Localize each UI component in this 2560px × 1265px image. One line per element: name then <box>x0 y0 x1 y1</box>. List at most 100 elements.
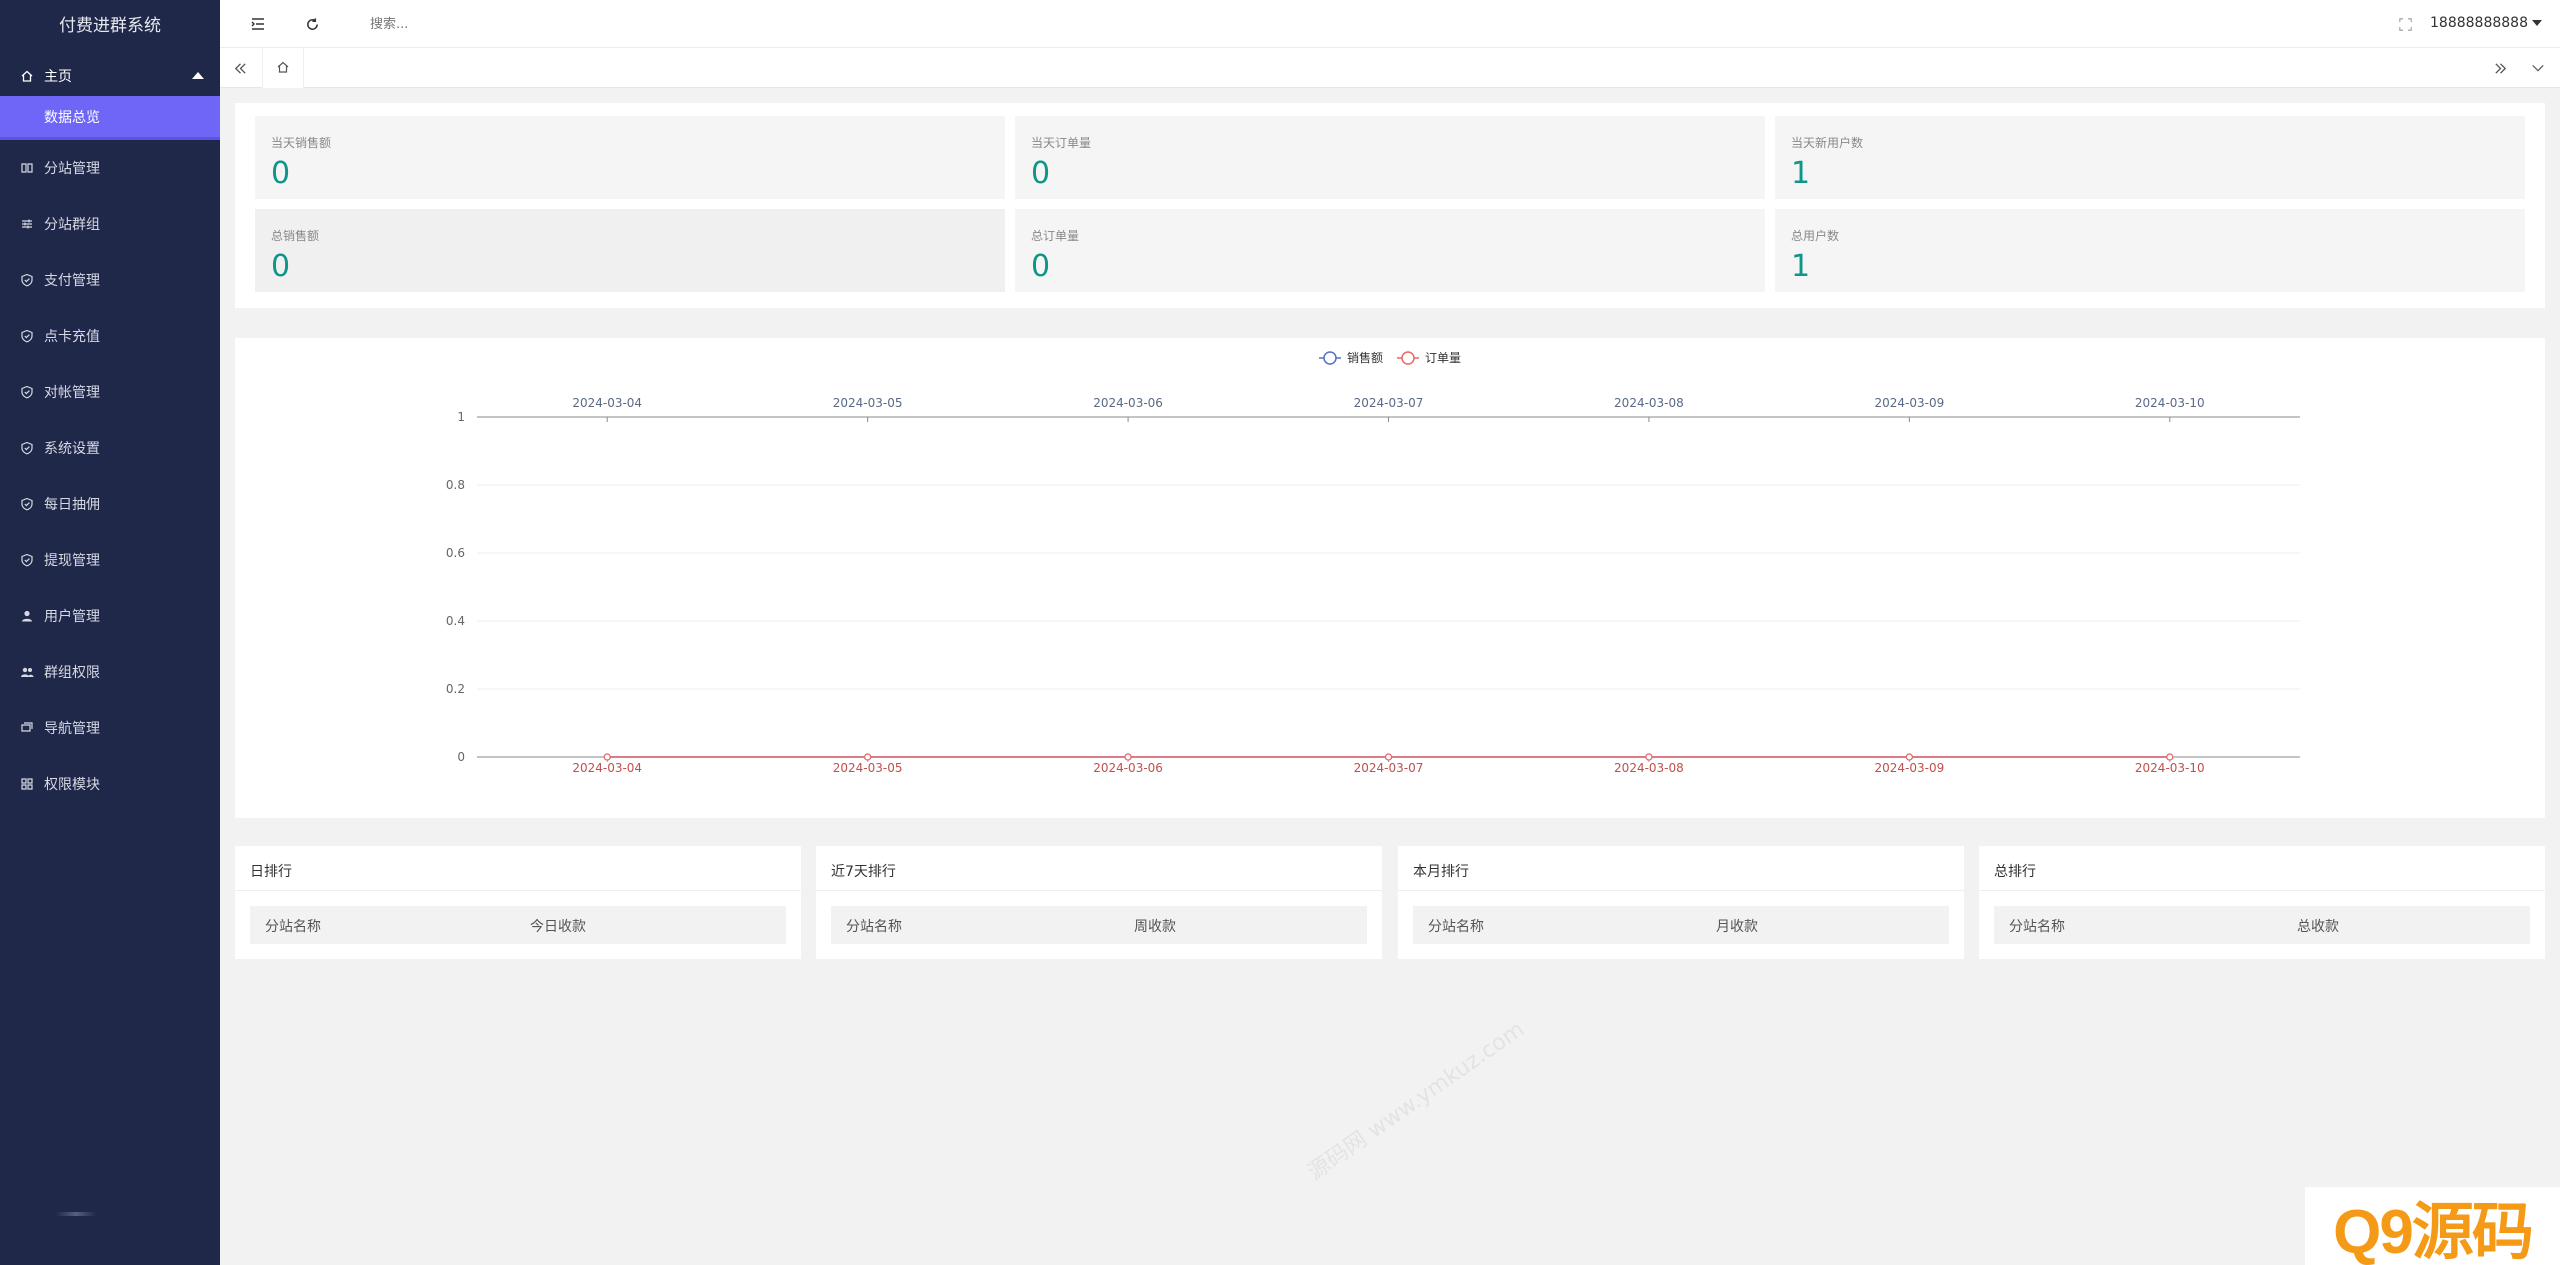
legend-marker <box>1323 351 1337 365</box>
stat-label: 总订单量 <box>1031 229 1080 243</box>
sidebar-item[interactable]: 分站群组 <box>0 196 220 252</box>
y-tick-label: 0.6 <box>446 546 465 560</box>
shield-icon <box>20 553 34 567</box>
user-menu[interactable]: 18888888888 <box>2430 15 2542 31</box>
stat-value: 0 <box>1031 156 1051 191</box>
stats-card: 当天销售额 0 当天订单量 0 当天新用户数 1 总销售额 0 总订单量 0 总… <box>235 103 2545 308</box>
tab-bar <box>220 48 2560 88</box>
sidebar-item[interactable]: 提现管理 <box>0 532 220 588</box>
sidebar-item[interactable]: 用户管理 <box>0 588 220 644</box>
users-icon <box>20 665 34 679</box>
x-tick-label-top: 2024-03-04 <box>572 396 642 410</box>
stat-total-users: 总用户数 1 <box>1775 209 2525 292</box>
site-logo: Q9源码 <box>2305 1187 2560 1265</box>
y-tick-label: 0 <box>457 750 465 764</box>
data-point <box>1384 753 1393 761</box>
x-tick-label-top: 2024-03-09 <box>1874 396 1944 410</box>
stat-value: 1 <box>1791 156 1811 191</box>
caret-up-icon <box>192 72 204 79</box>
stat-label: 当天订单量 <box>1031 136 1092 150</box>
divider <box>1398 890 1964 891</box>
sidebar-item[interactable]: 系统设置 <box>0 420 220 476</box>
rank-title: 日排行 <box>250 864 292 880</box>
x-tick-label-top: 2024-03-08 <box>1614 396 1684 410</box>
rank-title: 近7天排行 <box>831 864 896 880</box>
tab-home[interactable] <box>262 48 304 88</box>
rank-table-header: 分站名称 总收款 <box>1994 906 2530 944</box>
legend-label: 销售额 <box>1347 350 1383 365</box>
sidebar-item-label: 对帐管理 <box>44 385 100 401</box>
nav-icon <box>20 721 34 735</box>
rank-card-daily: 日排行 分站名称 今日收款 <box>235 846 801 959</box>
divider <box>1979 890 2545 891</box>
column-header: 分站名称 <box>2009 919 2065 935</box>
fullscreen-icon[interactable] <box>2395 14 2415 34</box>
stat-value: 0 <box>271 156 291 191</box>
user-icon <box>20 609 34 623</box>
shield-icon <box>20 329 34 343</box>
legend-marker <box>1401 351 1415 365</box>
sidebar-item-label: 用户管理 <box>44 609 100 625</box>
shield-icon <box>20 273 34 287</box>
x-tick-label-bottom: 2024-03-05 <box>833 761 903 775</box>
x-tick-label-top: 2024-03-10 <box>2135 396 2205 410</box>
chart-card: 0 0.2 0.4 0.6 0.8 1 2024-03-04 2024-03-04 2024-0… <box>235 338 2545 818</box>
y-tick-label: 1 <box>457 410 465 424</box>
nav-group-label: 主页 <box>44 69 72 85</box>
sidebar-item-label: 分站管理 <box>44 161 100 177</box>
shield-icon <box>20 385 34 399</box>
legend-label: 订单量 <box>1425 351 1461 365</box>
rank-table-header: 分站名称 周收款 <box>831 906 1367 944</box>
search-input[interactable] <box>370 14 570 34</box>
divider <box>235 890 801 891</box>
sidebar-item[interactable]: 每日抽佣 <box>0 476 220 532</box>
x-tick-label-bottom: 2024-03-10 <box>2135 761 2205 775</box>
grid-icon <box>20 777 34 791</box>
rank-table-header: 分站名称 月收款 <box>1413 906 1949 944</box>
y-tick-label: 0.2 <box>446 682 465 696</box>
x-tick-label-bottom: 2024-03-09 <box>1874 761 1944 775</box>
sidebar-item-label: 分站群组 <box>44 217 100 233</box>
rank-title: 本月排行 <box>1413 864 1469 880</box>
sidebar-item[interactable]: 权限模块 <box>0 756 220 812</box>
tabs-scroll-right-icon[interactable] <box>2490 58 2510 78</box>
rank-title: 总排行 <box>1994 864 2036 880</box>
sidebar-item-label: 提现管理 <box>44 553 100 569</box>
x-tick-label-bottom: 2024-03-07 <box>1354 761 1424 775</box>
tabs-scroll-left-icon[interactable] <box>230 58 250 78</box>
column-header: 月收款 <box>1716 919 1758 935</box>
nav-group-home[interactable]: 主页 <box>0 46 220 106</box>
sidebar-item[interactable]: 支付管理 <box>0 252 220 308</box>
sidebar-item[interactable]: 群组权限 <box>0 644 220 700</box>
stat-label: 当天销售额 <box>271 136 332 150</box>
line-chart: 0 0.2 0.4 0.6 0.8 1 2024-03-04 2024-03-04 2024-0… <box>446 350 2300 775</box>
y-tick-label: 0.4 <box>446 614 465 628</box>
x-tick-label-bottom: 2024-03-04 <box>572 761 642 775</box>
rank-card-weekly: 近7天排行 分站名称 周收款 <box>816 846 1382 959</box>
app-brand: 付费进群系统 <box>59 15 161 36</box>
data-point <box>864 753 872 761</box>
tabs-menu-icon[interactable] <box>2528 58 2548 78</box>
menu-toggle-icon[interactable] <box>248 14 268 34</box>
stat-value: 1 <box>1791 249 1811 284</box>
column-header: 分站名称 <box>846 919 902 935</box>
x-tick-label-bottom: 2024-03-08 <box>1614 761 1684 775</box>
stat-today-sales: 当天销售额 0 <box>255 116 1005 199</box>
y-tick-label: 0.8 <box>446 478 465 492</box>
sidebar-decoration <box>56 1212 96 1216</box>
sidebar-item[interactable]: 导航管理 <box>0 700 220 756</box>
columns-icon <box>20 161 34 175</box>
sidebar-item[interactable]: 点卡充值 <box>0 308 220 364</box>
stat-value: 0 <box>1031 249 1051 284</box>
sidebar-item[interactable]: 分站管理 <box>0 140 220 196</box>
data-point <box>1645 753 1653 761</box>
home-icon <box>276 59 290 78</box>
rank-table-header: 分站名称 今日收款 <box>250 906 786 944</box>
sliders-icon <box>20 217 34 231</box>
sidebar-item-label: 每日抽佣 <box>44 497 100 513</box>
column-header: 周收款 <box>1134 919 1176 935</box>
data-point <box>603 753 611 761</box>
top-header: 18888888888 <box>220 0 2560 48</box>
sidebar-item[interactable]: 对帐管理 <box>0 364 220 420</box>
refresh-icon[interactable] <box>302 14 322 34</box>
